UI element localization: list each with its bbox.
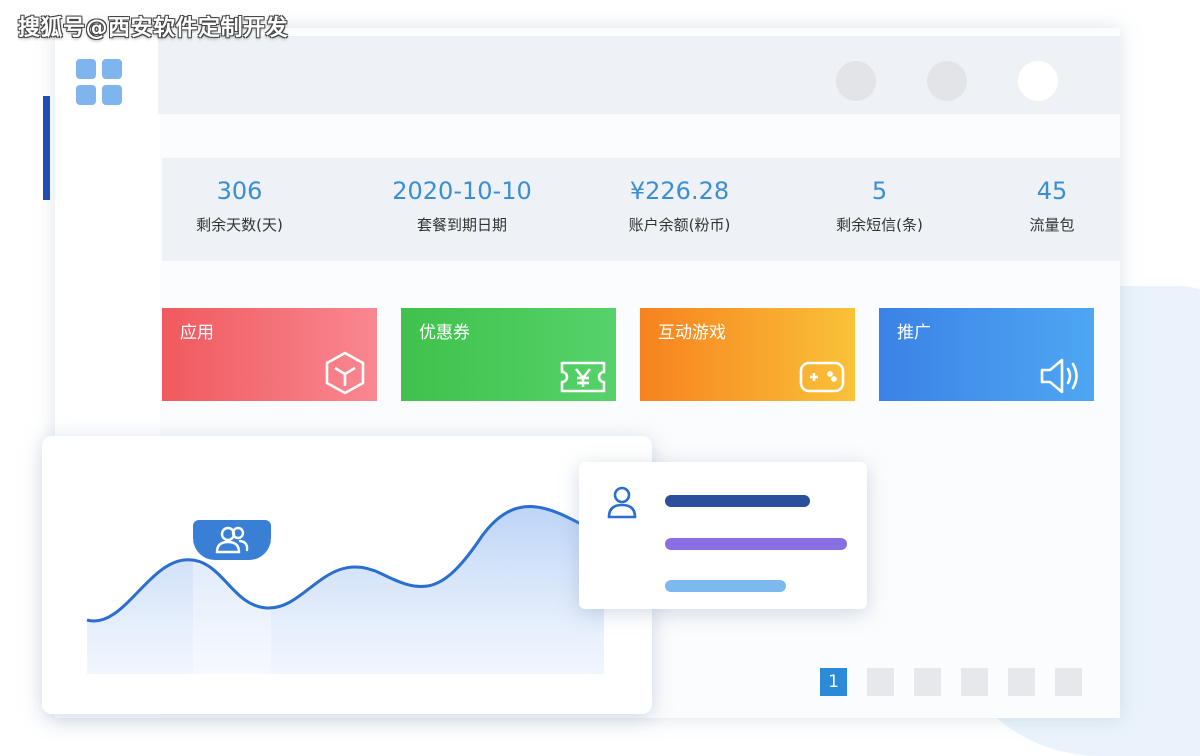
page-button[interactable] xyxy=(961,668,988,696)
chart-card xyxy=(42,436,652,714)
info-bar-primary xyxy=(665,495,810,507)
stat-remaining-days: 306 剩余天数(天) xyxy=(162,158,317,261)
stat-account-balance: ¥226.28 账户余额(粉币) xyxy=(577,158,782,261)
settings-circle-icon[interactable] xyxy=(1018,61,1058,101)
info-bar-secondary xyxy=(665,538,847,550)
page-button[interactable] xyxy=(914,668,941,696)
top-bar xyxy=(158,36,1120,114)
stat-value: 2020-10-10 xyxy=(392,177,532,205)
ticket-yen-icon xyxy=(560,361,606,393)
avatar-circle-icon[interactable] xyxy=(836,61,876,101)
speaker-icon xyxy=(1040,358,1078,394)
user-icon xyxy=(607,486,637,519)
info-bar-tertiary xyxy=(665,580,786,592)
stat-data-pack: 45 流量包 xyxy=(992,158,1112,261)
area-fill xyxy=(87,506,604,674)
tile-interactive-games[interactable]: 互动游戏 xyxy=(640,308,855,401)
cube-icon xyxy=(325,351,365,395)
trend-line-chart xyxy=(86,505,605,676)
stat-expiry-date: 2020-10-10 套餐到期日期 xyxy=(352,158,572,261)
stat-label: 流量包 xyxy=(1029,216,1075,234)
page-button[interactable] xyxy=(867,668,894,696)
stat-value: 306 xyxy=(216,177,263,205)
stat-remaining-sms: 5 剩余短信(条) xyxy=(802,158,957,261)
tile-label: 互动游戏 xyxy=(658,323,726,343)
user-info-card xyxy=(579,462,867,609)
page-button-active[interactable]: 1 xyxy=(820,668,847,696)
tile-label: 应用 xyxy=(180,323,214,343)
watermark: 搜狐号@西安软件定制开发 xyxy=(18,16,289,41)
stat-value: ¥226.28 xyxy=(629,177,730,205)
tile-coupons[interactable]: 优惠券 xyxy=(401,308,616,401)
tile-label: 推广 xyxy=(897,323,931,343)
stat-label: 账户余额(粉币) xyxy=(628,216,731,234)
stat-value: 5 xyxy=(871,177,888,205)
tile-apps[interactable]: 应用 xyxy=(162,308,377,401)
stat-label: 剩余短信(条) xyxy=(836,216,923,234)
page-button[interactable] xyxy=(1008,668,1035,696)
notification-circle-icon[interactable] xyxy=(927,61,967,101)
tile-label: 优惠券 xyxy=(419,323,470,343)
user-badge[interactable] xyxy=(193,520,271,560)
gamepad-icon xyxy=(799,361,845,393)
stat-label: 套餐到期日期 xyxy=(416,216,507,234)
page-button[interactable] xyxy=(1055,668,1082,696)
tile-promotion[interactable]: 推广 xyxy=(879,308,1094,401)
sidebar-active-indicator xyxy=(43,96,50,200)
stat-label: 剩余天数(天) xyxy=(196,216,283,234)
stat-value: 45 xyxy=(1036,177,1068,205)
stats-panel: 306 剩余天数(天) 2020-10-10 套餐到期日期 ¥226.28 账户… xyxy=(162,158,1120,261)
users-icon xyxy=(215,526,249,554)
grid-apps-icon[interactable] xyxy=(76,59,122,105)
